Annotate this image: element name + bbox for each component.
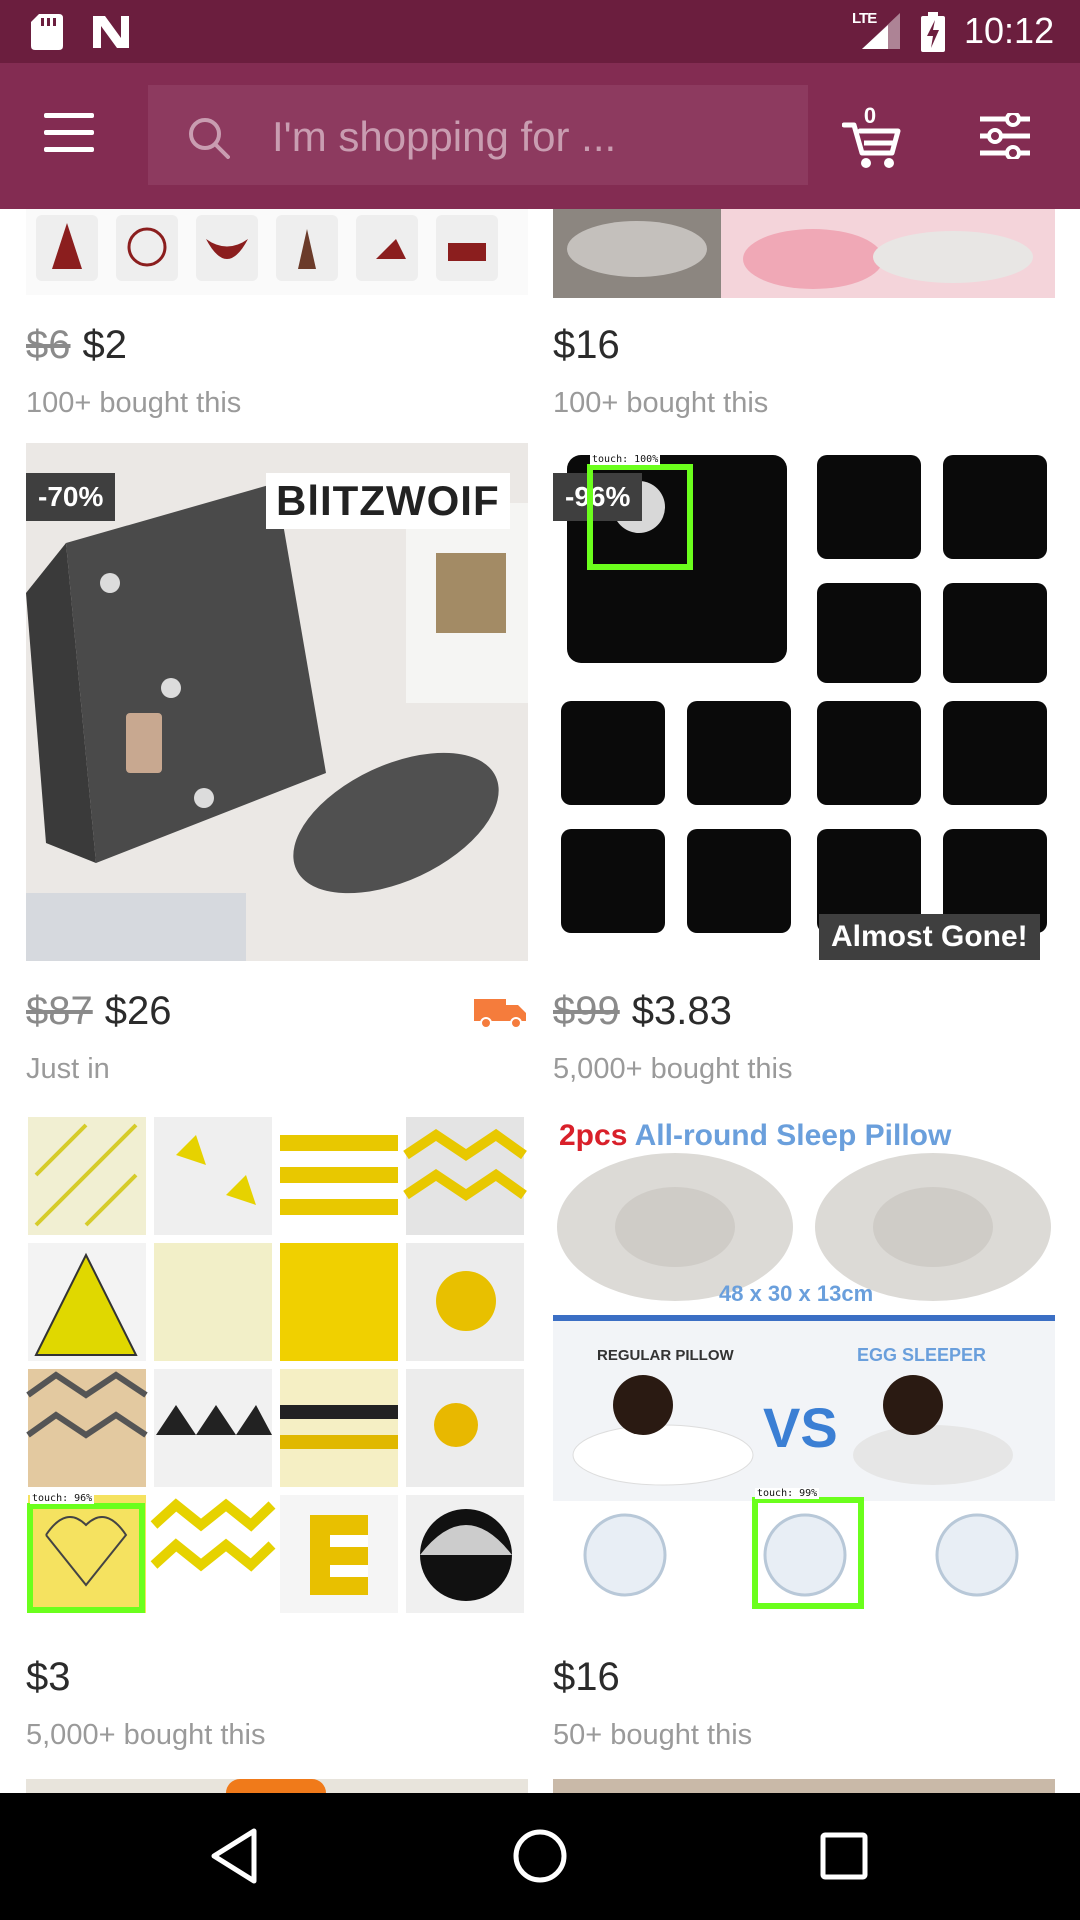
product-image[interactable] [553,209,1055,298]
price: $16 [553,323,620,367]
image-vs-label: VS [763,1396,838,1459]
image-headline: 2pcs All-round Sleep Pillow [559,1119,952,1152]
clock: 10:12 [964,10,1055,51]
product-image[interactable] [26,209,528,295]
menu-button[interactable] [44,113,102,159]
search-icon [189,118,230,159]
product-card[interactable]: 2pcs All-round Sleep Pillow 48 x 30 x 13… [553,1115,1055,1755]
sd-card-icon [31,14,63,50]
price: $16 [553,1655,620,1699]
touch-label: touch: 96% [30,1493,95,1504]
sold-count: Just in [26,1053,110,1085]
price-row: $16 [553,1655,620,1700]
product-card[interactable]: $6 $2 100+ bought this [26,209,528,419]
image-left-label: REGULAR PILLOW [597,1347,734,1364]
notification-n-icon [93,16,129,48]
sale-price: $3.83 [631,989,732,1033]
brand-logo: BlITZWOIF [266,473,510,529]
back-icon[interactable] [200,1821,270,1891]
sold-count: 50+ bought this [553,1719,753,1751]
price: $3 [26,1655,71,1699]
price-row: $87 $26 [26,989,172,1034]
low-stock-tag: Almost Gone! [819,914,1040,960]
navigation-bar [0,1793,1080,1920]
product-card[interactable] [26,1779,528,1793]
search-input[interactable] [272,109,792,165]
product-image[interactable] [226,1779,326,1793]
filter-icon[interactable] [980,113,1030,159]
sold-count: 100+ bought this [553,387,769,419]
search-bar[interactable] [148,85,808,185]
product-feed[interactable]: $6 $2 100+ bought this $16 100+ bought th… [0,209,1080,1793]
image-size-label: 48 x 30 x 13cm [719,1281,874,1306]
price-row: $16 [553,323,620,368]
sold-count: 100+ bought this [26,387,242,419]
touch-target-overlay [587,464,693,570]
touch-target-overlay [752,1497,864,1609]
menu-icon [44,113,94,118]
sale-price: $26 [104,989,172,1033]
original-price: $6 [26,323,71,367]
recents-icon[interactable] [809,1821,879,1891]
touch-label: touch: 99% [755,1488,820,1499]
image-right-label: EGG SLEEPER [857,1345,987,1365]
original-price: $99 [553,989,620,1033]
truck-icon [474,999,526,1029]
home-icon[interactable] [505,1821,575,1891]
cart-count-badge: 0 [863,103,877,128]
product-card[interactable]: -70% BlITZWOIF $87 $26 Just in [26,443,528,1085]
price-row: $3 [26,1655,71,1700]
product-card[interactable] [553,1779,1055,1793]
app-bar: 0 [0,63,1080,209]
battery-charging-icon [921,12,945,52]
product-card[interactable]: $16 100+ bought this [553,209,1055,419]
touch-label: touch: 100% [590,454,661,465]
product-card[interactable]: $3 5,000+ bought this [26,1115,528,1755]
touch-target-overlay [27,1503,145,1613]
status-bar: LTE 10:12 [0,0,1080,63]
price-row: $99 $3.83 [553,989,732,1034]
original-price: $87 [26,989,93,1033]
sale-price: $2 [82,323,128,367]
discount-badge: -70% [26,473,116,521]
sold-count: 5,000+ bought this [553,1053,793,1085]
price-row: $6 $2 [26,323,127,368]
signal-icon [862,13,900,49]
sold-count: 5,000+ bought this [26,1719,266,1751]
